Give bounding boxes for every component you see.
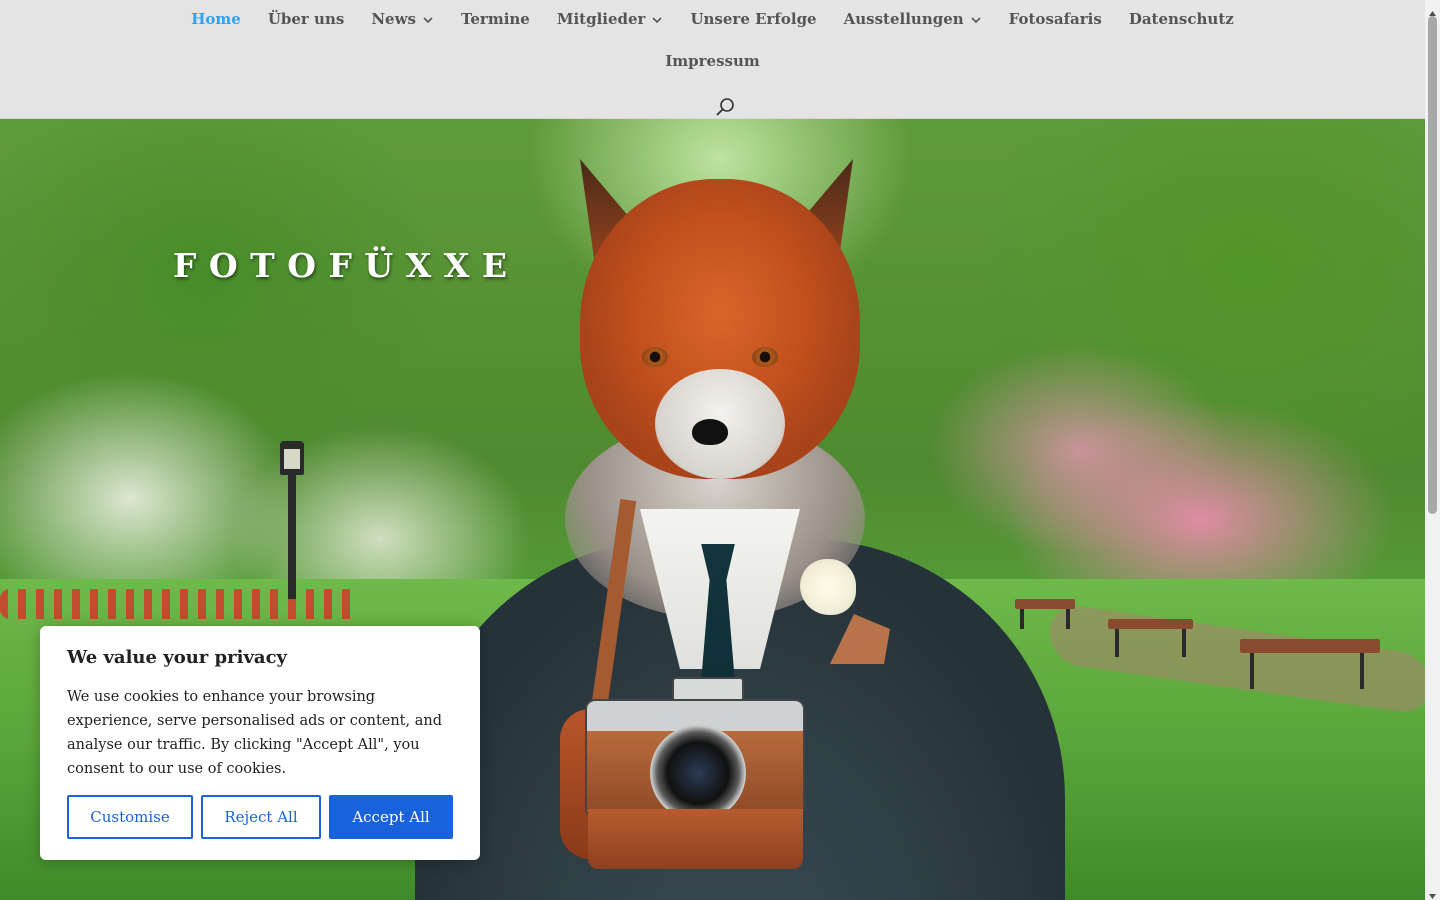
park-bench-leg bbox=[1115, 629, 1119, 657]
nav-item-termine[interactable]: Termine bbox=[447, 9, 543, 29]
nav-item-ueber-uns[interactable]: Über uns bbox=[254, 9, 358, 29]
boutonniere-flower bbox=[800, 559, 856, 615]
reject-all-button[interactable]: Reject All bbox=[201, 795, 321, 839]
park-bench bbox=[1108, 619, 1193, 629]
cookie-buttons: Customise Reject All Accept All bbox=[67, 795, 453, 839]
accept-all-button[interactable]: Accept All bbox=[329, 795, 453, 839]
park-bench-leg bbox=[1182, 629, 1186, 657]
site-header: Home Über uns News Termine Mitglieder Unsere … bbox=[0, 0, 1425, 119]
nav-item-label: Impressum bbox=[665, 52, 760, 70]
nav-item-label: Termine bbox=[460, 10, 530, 28]
cookie-text: We use cookies to enhance your browsing … bbox=[67, 689, 442, 777]
park-bench-leg bbox=[1360, 653, 1364, 689]
camera-case bbox=[588, 809, 803, 869]
nav-item-label: Ausstellungen bbox=[843, 10, 964, 28]
nav-item-label: Über uns bbox=[267, 10, 345, 28]
cookie-consent-banner: We value your privacy We use cookies to … bbox=[40, 626, 480, 860]
park-bench-leg bbox=[1020, 609, 1024, 629]
search-icon[interactable] bbox=[715, 96, 737, 118]
site-title: FOTOFÜXXE bbox=[173, 246, 520, 285]
nav-item-mitglieder[interactable]: Mitglieder bbox=[543, 9, 677, 29]
main-nav-row-2: Impressum bbox=[0, 51, 1425, 71]
street-lamp-glass bbox=[284, 449, 300, 469]
customise-button[interactable]: Customise bbox=[67, 795, 193, 839]
nav-item-unsere-erfolge[interactable]: Unsere Erfolge bbox=[677, 9, 830, 29]
scrollbar-thumb[interactable] bbox=[1428, 16, 1437, 514]
nav-item-label: Home bbox=[191, 10, 241, 28]
page-scrollbar[interactable] bbox=[1425, 0, 1440, 900]
nav-item-home[interactable]: Home bbox=[178, 9, 255, 29]
nav-item-datenschutz[interactable]: Datenschutz bbox=[1115, 9, 1247, 29]
scroll-up-arrow-icon[interactable] bbox=[1428, 3, 1437, 16]
chevron-down-icon bbox=[422, 13, 434, 25]
fox-nose bbox=[692, 419, 728, 445]
park-bench-leg bbox=[1250, 653, 1254, 689]
nav-item-impressum[interactable]: Impressum bbox=[652, 51, 774, 71]
nav-item-label: News bbox=[371, 10, 416, 28]
cookie-title: We value your privacy bbox=[67, 647, 287, 668]
main-nav-row-1: Home Über uns News Termine Mitglieder Unsere … bbox=[0, 9, 1425, 29]
nav-item-label: Unsere Erfolge bbox=[690, 10, 817, 28]
nav-item-fotosafaris[interactable]: Fotosafaris bbox=[995, 9, 1115, 29]
park-bench bbox=[1015, 599, 1075, 609]
fox-eye-right bbox=[752, 347, 778, 367]
park-bench bbox=[1240, 639, 1380, 653]
chevron-down-icon bbox=[970, 13, 982, 25]
fox-eye-left bbox=[642, 347, 668, 367]
nav-item-ausstellungen[interactable]: Ausstellungen bbox=[830, 9, 995, 29]
nav-item-label: Datenschutz bbox=[1128, 10, 1234, 28]
hero-flowerbed bbox=[0, 589, 360, 619]
nav-item-news[interactable]: News bbox=[358, 9, 448, 29]
nav-item-label: Fotosafaris bbox=[1008, 10, 1102, 28]
scroll-down-arrow-icon[interactable] bbox=[1428, 886, 1437, 899]
park-bench-leg bbox=[1066, 609, 1070, 629]
camera-lens bbox=[650, 725, 746, 821]
nav-item-label: Mitglieder bbox=[556, 10, 646, 28]
chevron-down-icon bbox=[651, 13, 663, 25]
